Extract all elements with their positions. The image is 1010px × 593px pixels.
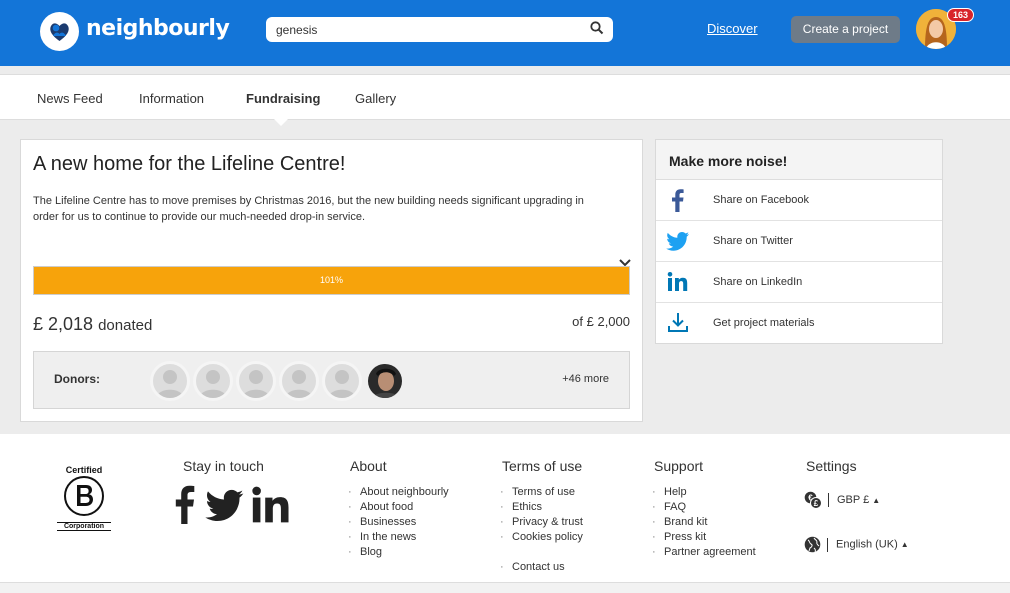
terms-column-title: Terms of use — [502, 458, 583, 474]
footer-link-contact[interactable]: · Contact us — [500, 560, 583, 575]
footer-link[interactable]: · Brand kit — [652, 515, 756, 530]
project-description: The Lifeline Centre has to move premises… — [33, 195, 584, 223]
tab-gallery[interactable]: Gallery — [355, 91, 396, 106]
search-input[interactable] — [276, 20, 576, 39]
donor-avatar-photo[interactable] — [365, 361, 405, 401]
funding-progress-bar: 101% — [33, 266, 630, 295]
footer-link[interactable]: · Terms of use — [500, 485, 583, 500]
fundraising-card: A new home for the Lifeline Centre! The … — [20, 139, 643, 422]
twitter-icon — [666, 229, 690, 253]
more-donors-link[interactable]: +46 more — [562, 373, 609, 385]
donated-amount: £ 2,018 — [33, 314, 94, 334]
caret-up-icon: ▲ — [900, 540, 909, 550]
share-facebook-button[interactable]: Share on Facebook — [656, 180, 942, 221]
share-title: Make more noise! — [669, 153, 788, 169]
neighbourly-logo-icon[interactable] — [40, 12, 79, 51]
share-header: Make more noise! — [656, 140, 942, 180]
search-icon[interactable] — [590, 21, 604, 40]
currency-selector[interactable]: € £ GBP £ ▲ — [804, 491, 880, 509]
donated-suffix: donated — [98, 317, 153, 334]
footer-link[interactable]: · Cookies policy — [500, 530, 583, 545]
bcorp-b-icon — [64, 476, 104, 516]
donor-avatar[interactable] — [279, 361, 319, 401]
footer-link[interactable]: · Businesses — [348, 515, 449, 530]
top-header: neighbourly Discover Create a project 16… — [0, 0, 1010, 66]
tab-information[interactable]: Information — [139, 91, 204, 106]
share-facebook-label: Share on Facebook — [713, 194, 810, 206]
progress-fill: 101% — [34, 267, 629, 294]
caret-up-icon: ▲ — [872, 495, 881, 505]
stay-in-touch-title: Stay in touch — [183, 458, 264, 474]
donated-total: £ 2,018 donated — [33, 314, 152, 335]
footer-link[interactable]: · About neighbourly — [348, 485, 449, 500]
facebook-icon — [666, 188, 690, 212]
svg-text:£: £ — [814, 499, 819, 508]
site-footer: Certified Corporation Stay in touch Abou… — [0, 434, 1010, 593]
tab-fundraising[interactable]: Fundraising — [246, 91, 320, 106]
footer-link[interactable]: · Blog — [348, 545, 449, 560]
share-twitter-label: Share on Twitter — [713, 235, 793, 247]
support-links: · Help · FAQ · Brand kit · Press kit · Partne… — [652, 485, 756, 560]
donor-avatar[interactable] — [193, 361, 233, 401]
share-panel: Make more noise! Share on Facebook Share… — [655, 139, 943, 344]
download-icon — [666, 311, 690, 335]
footer-link[interactable]: · FAQ — [652, 500, 756, 515]
donor-avatar[interactable] — [236, 361, 276, 401]
get-project-materials-button[interactable]: Get project materials — [656, 303, 942, 344]
donor-avatar[interactable] — [322, 361, 362, 401]
tab-news-feed[interactable]: News Feed — [37, 91, 103, 106]
donors-label: Donors: — [54, 372, 100, 386]
notification-badge[interactable]: 163 — [947, 8, 974, 22]
progress-percent-label: 101% — [319, 275, 344, 285]
footer-bottom-strip — [0, 582, 1010, 593]
language-value: English (UK) — [836, 538, 898, 551]
share-twitter-button[interactable]: Share on Twitter — [656, 221, 942, 262]
funding-goal: of £ 2,000 — [572, 314, 630, 329]
bcorp-logo[interactable]: Certified Corporation — [57, 465, 111, 531]
footer-link[interactable]: · Privacy & trust — [500, 515, 583, 530]
globe-icon — [804, 536, 821, 553]
donors-section: Donors: +46 more — [33, 351, 630, 409]
footer-link[interactable]: · In the news — [348, 530, 449, 545]
about-column-title: About — [350, 458, 387, 474]
about-links: · About neighbourly · About food · Business… — [348, 485, 449, 560]
create-project-button[interactable]: Create a project — [791, 16, 900, 43]
currency-icon: €£ — [804, 491, 822, 509]
donor-avatar[interactable] — [150, 361, 190, 401]
settings-column-title: Settings — [806, 458, 857, 474]
footer-link[interactable]: · Press kit — [652, 530, 756, 545]
share-linkedin-label: Share on LinkedIn — [713, 276, 803, 288]
twitter-icon[interactable] — [205, 489, 245, 528]
search-bar[interactable] — [266, 17, 613, 42]
project-tabs: News Feed Information Fundraising Galler… — [0, 74, 1010, 120]
facebook-icon[interactable] — [173, 484, 195, 529]
footer-link[interactable]: · Help — [652, 485, 756, 500]
terms-links: · Terms of use · Ethics · Privacy & trust ·… — [500, 485, 583, 575]
linkedin-icon — [666, 270, 690, 294]
bcorp-certified-text: Certified — [65, 465, 103, 475]
discover-link[interactable]: Discover — [707, 21, 758, 36]
language-selector[interactable]: English (UK) ▲ — [804, 536, 909, 553]
bcorp-corporation-text: Corporation — [57, 522, 111, 531]
footer-link[interactable]: · Partner agreement — [652, 545, 756, 560]
project-title: A new home for the Lifeline Centre! — [33, 153, 346, 175]
footer-link[interactable]: · Ethics — [500, 500, 583, 515]
linkedin-icon[interactable] — [251, 486, 291, 529]
share-linkedin-button[interactable]: Share on LinkedIn — [656, 262, 942, 303]
currency-value: GBP £ — [837, 493, 870, 506]
get-materials-label: Get project materials — [713, 317, 815, 329]
support-column-title: Support — [654, 458, 704, 474]
active-tab-pointer — [272, 117, 290, 126]
footer-link[interactable]: · About food — [348, 500, 449, 515]
brand-name[interactable]: neighbourly — [86, 16, 230, 41]
